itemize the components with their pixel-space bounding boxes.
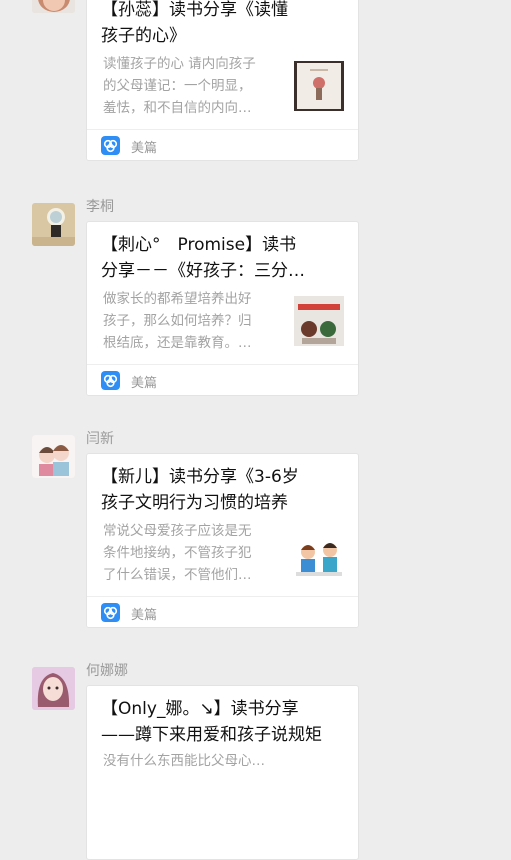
avatar[interactable] [32, 667, 75, 710]
avatar[interactable] [32, 0, 75, 13]
article-thumbnail [294, 61, 344, 111]
article-title: 【孙蕊】读书分享《读懂 孩子的心》 [101, 0, 288, 46]
meipian-app-icon [101, 603, 120, 622]
avatar-image [32, 0, 75, 13]
card-footer: 美篇 [87, 596, 358, 627]
article-summary: 读懂孩子的心 请内向孩子 的父母谨记：一个明显， 羞怯，和不自信的内向… [103, 56, 256, 116]
sender-name: 李桐 [86, 199, 114, 215]
article-thumbnail [294, 528, 344, 578]
avatar-image [32, 435, 75, 478]
app-source-name: 美篇 [131, 608, 158, 623]
avatar-image [32, 667, 75, 710]
sender-name: 闫新 [86, 431, 114, 447]
card-footer: 美篇 [87, 129, 358, 160]
article-summary: 没有什么东西能比父母心… [103, 753, 265, 769]
app-source-name: 美篇 [131, 141, 158, 156]
app-source-name: 美篇 [131, 376, 158, 391]
meipian-app-icon [101, 371, 120, 390]
article-title: 【刺心° Promise】读书 分享－－《好孩子：三分… [101, 235, 305, 281]
avatar[interactable] [32, 203, 75, 246]
article-summary: 做家长的都希望培养出好 孩子，那么如何培养？归 根结底，还是靠教育。… [103, 291, 252, 351]
avatar-image [32, 203, 75, 246]
article-card[interactable]: 【新儿】读书分享《3-6岁 孩子文明行为习惯的培养 常说父母爱孩子应该是无 条件… [86, 453, 359, 628]
article-thumbnail [294, 296, 344, 346]
article-summary: 常说父母爱孩子应该是无 条件地接纳，不管孩子犯 了什么错误，不管他们… [103, 523, 252, 583]
article-title: 【新儿】读书分享《3-6岁 孩子文明行为习惯的培养 [101, 467, 299, 513]
avatar[interactable] [32, 435, 75, 478]
article-title: 【Only_娜。↘】读书分享 ——蹲下来用爱和孩子说规矩 [101, 699, 322, 745]
card-footer: 美篇 [87, 364, 358, 395]
article-card[interactable]: 【孙蕊】读书分享《读懂 孩子的心》 读懂孩子的心 请内向孩子 的父母谨记：一个明… [86, 0, 359, 161]
article-card[interactable]: 【刺心° Promise】读书 分享－－《好孩子：三分… 做家长的都希望培养出好… [86, 221, 359, 396]
meipian-app-icon [101, 136, 120, 155]
sender-name: 何娜娜 [86, 663, 128, 679]
article-card[interactable]: 【Only_娜。↘】读书分享 ——蹲下来用爱和孩子说规矩 没有什么东西能比父母心… [86, 685, 359, 860]
